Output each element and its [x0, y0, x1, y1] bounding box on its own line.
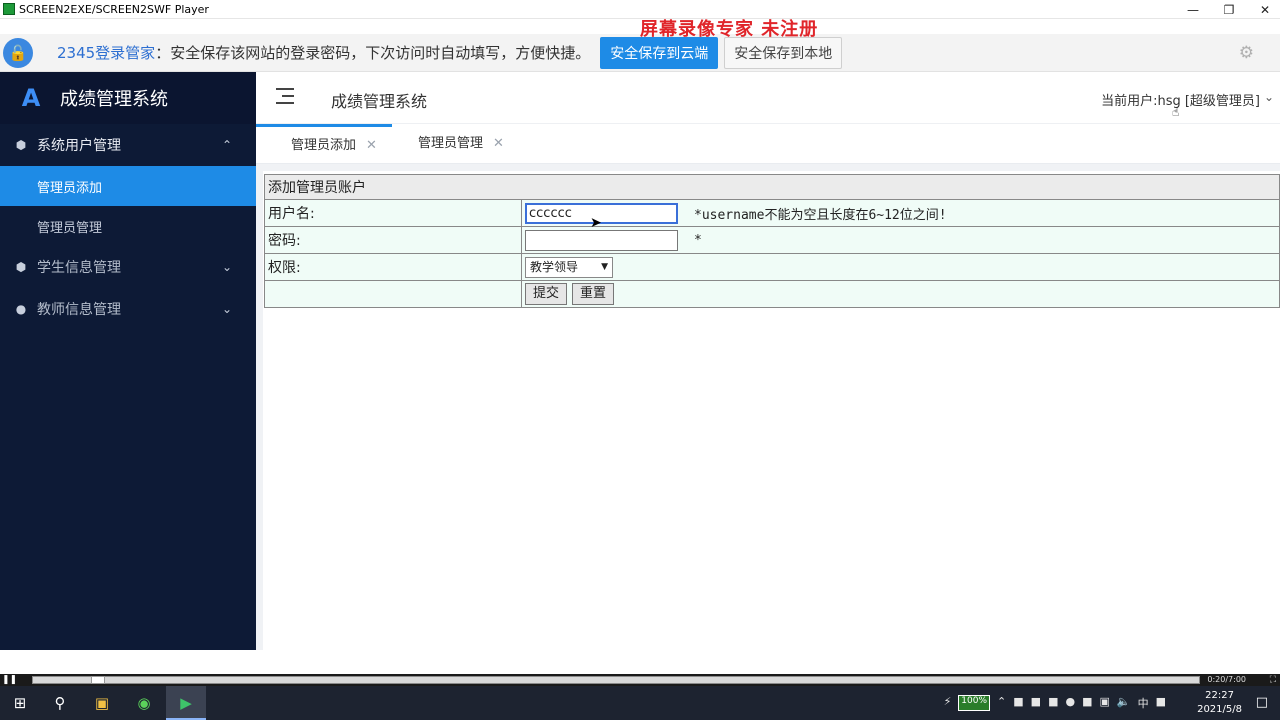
- password-manager-message: 2345登录管家：安全保存该网站的登录密码，下次访问时自动填写，方便快捷。: [57, 42, 590, 63]
- save-to-local-button[interactable]: 安全保存到本地: [724, 36, 843, 69]
- tab-bar: 管理员添加 ✕ 管理员管理 ✕: [256, 124, 1280, 164]
- sidebar-item-admin-manage[interactable]: 管理员管理: [0, 206, 256, 246]
- tray-app-icon[interactable]: ■: [1156, 695, 1166, 711]
- file-explorer-icon[interactable]: ▣: [92, 691, 112, 715]
- player-app-icon[interactable]: ▶: [176, 691, 196, 715]
- sidebar-logo: A 成绩管理系统: [0, 72, 256, 124]
- gear-icon[interactable]: ⚙: [1239, 43, 1254, 63]
- main-content: 添加管理员账户 用户名: cccccc *username不能为空且长度在6~12…: [256, 164, 1280, 650]
- ime-indicator[interactable]: 中: [1138, 695, 1149, 711]
- close-icon[interactable]: ✕: [493, 136, 504, 151]
- volume-icon[interactable]: 🔈: [1117, 695, 1131, 711]
- search-icon[interactable]: ⚲: [50, 691, 70, 715]
- menu-group-system-users[interactable]: ⬢ 系统用户管理 ⌃: [0, 124, 256, 166]
- cube-icon: ⬢: [15, 138, 27, 152]
- fullscreen-icon[interactable]: ⛶: [1270, 674, 1276, 686]
- username-label: 用户名:: [264, 199, 522, 227]
- tab-admin-manage[interactable]: 管理员管理 ✕: [383, 124, 519, 164]
- tray-app-icon[interactable]: ■: [1013, 695, 1023, 711]
- playback-time: 0:20/7:00: [1207, 675, 1246, 684]
- minimize-icon[interactable]: —: [1186, 3, 1200, 17]
- tray-app-icon[interactable]: ■: [1082, 695, 1092, 711]
- notification-icon[interactable]: □: [1256, 695, 1268, 710]
- role-select[interactable]: 教学领导 ▼: [525, 256, 613, 278]
- window-title: SCREEN2EXE/SCREEN2SWF Player: [19, 2, 209, 16]
- user-icon: ●: [15, 302, 27, 316]
- top-header: 成绩管理系统 当前用户:hsg [超级管理员] ⌄: [256, 72, 1280, 124]
- app-title: 成绩管理系统: [60, 89, 168, 110]
- lock-icon: 🔓: [3, 37, 33, 68]
- taskbar-clock[interactable]: 22:27 2021/5/8: [1197, 689, 1242, 717]
- browser-icon[interactable]: ◉: [134, 691, 154, 715]
- password-manager-text: ：安全保存该网站的登录密码，下次访问时自动填写，方便快捷。: [155, 44, 591, 62]
- form-title: 添加管理员账户: [264, 174, 1280, 200]
- password-field[interactable]: [525, 229, 678, 251]
- empty-cell: [264, 280, 522, 308]
- taskbar: ⊞ ⚲ ▣ ◉ ▶ ⚡ 100% ⌃ ■ ■ ■ ● ■ ▣ 🔈 中 ■ 22:…: [0, 686, 1280, 720]
- save-to-cloud-button[interactable]: 安全保存到云端: [600, 36, 719, 69]
- clock-time: 22:27: [1205, 690, 1234, 701]
- restore-icon[interactable]: ❐: [1222, 3, 1236, 17]
- seek-knob[interactable]: [91, 676, 105, 684]
- close-icon[interactable]: ✕: [1258, 3, 1272, 17]
- tab-admin-add[interactable]: 管理员添加 ✕: [256, 124, 392, 164]
- role-selected-value: 教学领导: [530, 259, 579, 274]
- menu-group-label: 学生信息管理: [37, 260, 121, 276]
- app-icon: [3, 3, 15, 15]
- close-icon[interactable]: ✕: [366, 138, 377, 153]
- role-label: 权限:: [264, 253, 522, 281]
- menu-group-label: 系统用户管理: [37, 138, 121, 154]
- dropdown-arrow-icon: ▼: [601, 261, 608, 272]
- header-system-name: 成绩管理系统: [331, 92, 428, 111]
- player-area: ❚❚ 0:20/7:00 ⛶: [0, 650, 1280, 686]
- hand-cursor-icon: ☝: [1172, 105, 1180, 119]
- wechat-icon[interactable]: ●: [1065, 695, 1075, 711]
- seek-bar[interactable]: [32, 676, 1200, 684]
- chevron-down-icon: ⌄: [221, 302, 232, 316]
- chevron-down-icon[interactable]: ⌄: [1264, 90, 1274, 104]
- tab-label: 管理员管理: [418, 136, 484, 151]
- menu-group-student-info[interactable]: ⬢ 学生信息管理 ⌄: [0, 246, 256, 288]
- submit-button[interactable]: 提交: [525, 283, 568, 305]
- menu-toggle-icon[interactable]: [276, 88, 294, 109]
- chevron-down-icon: ⌄: [221, 260, 232, 274]
- menu-group-label: 教师信息管理: [37, 302, 121, 318]
- battery-indicator[interactable]: 100%: [958, 695, 991, 711]
- password-manager-brand: 2345登录管家: [57, 44, 156, 62]
- sidebar: A 成绩管理系统 ⬢ 系统用户管理 ⌃ 管理员添加 管理员管理 ⬢ 学生信息管理…: [0, 72, 256, 650]
- tray-app-icon[interactable]: ■: [1031, 695, 1041, 711]
- menu-group-teacher-info[interactable]: ● 教师信息管理 ⌄: [0, 288, 256, 330]
- tray-app-icon[interactable]: ■: [1048, 695, 1058, 711]
- logo-icon: A: [21, 84, 41, 112]
- sidebar-item-admin-add[interactable]: 管理员添加: [0, 166, 256, 206]
- password-label: 密码:: [264, 226, 522, 254]
- clock-date: 2021/5/8: [1197, 704, 1242, 715]
- system-tray: ⚡ 100% ⌃ ■ ■ ■ ● ■ ▣ 🔈 中 ■: [944, 695, 1166, 711]
- pause-icon[interactable]: ❚❚: [2, 675, 17, 685]
- username-hint: *username不能为空且长度在6~12位之间!: [694, 207, 947, 223]
- reset-button[interactable]: 重置: [572, 283, 615, 305]
- recorder-watermark: 屏幕录像专家 未注册: [640, 19, 819, 40]
- mouse-cursor-icon: ➤: [590, 215, 602, 231]
- chevron-up-icon[interactable]: ⌃: [997, 695, 1006, 711]
- window-controls: — ❐ ✕: [1186, 0, 1272, 19]
- current-user[interactable]: 当前用户:hsg [超级管理员]: [1101, 90, 1260, 109]
- network-icon[interactable]: ▣: [1099, 695, 1109, 711]
- tab-label: 管理员添加: [291, 138, 357, 153]
- windows-start-icon[interactable]: ⊞: [10, 691, 30, 715]
- add-admin-form: 添加管理员账户 用户名: cccccc *username不能为空且长度在6~12…: [264, 174, 1280, 308]
- window-title-bar: SCREEN2EXE/SCREEN2SWF Player — ❐ ✕: [0, 0, 1280, 19]
- chevron-up-icon: ⌃: [221, 138, 232, 152]
- player-control-bar: ❚❚ 0:20/7:00 ⛶: [0, 674, 1280, 686]
- password-hint: *: [694, 232, 702, 248]
- cube-icon: ⬢: [15, 260, 27, 274]
- power-icon: ⚡: [943, 695, 952, 708]
